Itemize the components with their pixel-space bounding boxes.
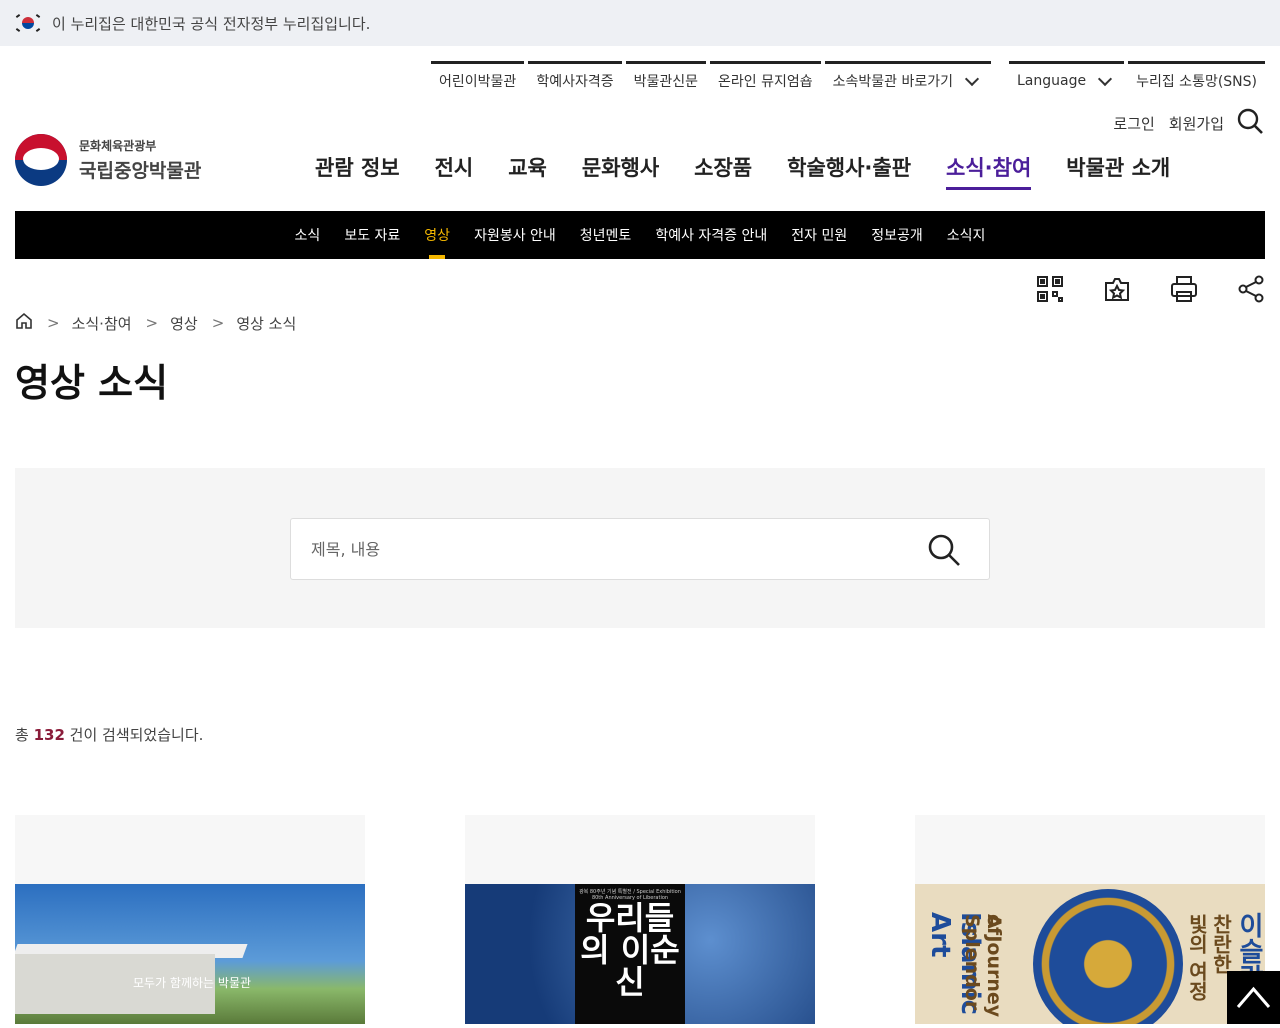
sub-nav-news[interactable]: 소식 — [295, 211, 321, 259]
korea-flag-icon — [15, 14, 41, 32]
main-nav-research[interactable]: 학술행사·출판 — [787, 152, 911, 190]
home-icon[interactable] — [15, 312, 33, 334]
sub-nav-volunteer[interactable]: 자원봉사 안내 — [474, 211, 556, 259]
gov-banner: 이 누리집은 대한민국 공식 전자정부 누리집입니다. — [0, 0, 1280, 46]
signup-link[interactable]: 회원가입 — [1169, 113, 1224, 134]
sub-nav-press[interactable]: 보도 자료 — [344, 211, 400, 259]
result-count-number: 132 — [33, 726, 65, 744]
video-card[interactable]: 모두가 함께하는 박물관 — [15, 815, 365, 1024]
poster-title: 우리들의 이순신 — [580, 899, 680, 1001]
video-thumbnail: Islamic Art of Splendor A Journey 빛의 여정 … — [915, 884, 1265, 1024]
search-icon[interactable] — [1236, 107, 1264, 139]
result-count: 총 132 건이 검색되었습니다. — [15, 726, 204, 744]
page-tools — [997, 275, 1265, 303]
main-nav-exhibition[interactable]: 전시 — [435, 152, 474, 190]
share-icon[interactable] — [1237, 275, 1265, 303]
breadcrumb-item[interactable]: 영상 — [170, 313, 198, 334]
video-thumbnail: 모두가 함께하는 박물관 — [15, 884, 365, 1024]
account-links: 로그인 회원가입 — [1099, 107, 1264, 139]
chevron-down-icon — [1098, 71, 1113, 86]
sub-nav-disclosure[interactable]: 정보공개 — [871, 211, 923, 259]
main-nav-events[interactable]: 문화행사 — [582, 152, 659, 190]
logo-museum: 국립중앙박물관 — [79, 160, 202, 182]
search-button[interactable] — [927, 533, 961, 567]
back-to-top-button[interactable] — [1227, 971, 1280, 1024]
video-card-list: 모두가 함께하는 박물관 광복 80주년 기념 특별전 / Special Ex… — [15, 815, 1265, 1024]
sub-nav-civil[interactable]: 전자 민원 — [791, 211, 847, 259]
page-title: 영상 소식 — [15, 361, 169, 405]
video-card[interactable]: 광복 80주년 기념 특별전 / Special Exhibition 80th… — [465, 815, 815, 1024]
sub-nav-video[interactable]: 영상 — [424, 211, 450, 259]
chevron-down-icon — [964, 71, 980, 86]
thumbnail-caption: 모두가 함께하는 박물관 — [133, 976, 252, 990]
util-link-shop[interactable]: 온라인 뮤지엄숍 — [710, 61, 821, 97]
breadcrumb: > 소식·참여 > 영상 > 영상 소식 — [15, 312, 296, 334]
chevron-right-icon: > — [211, 314, 225, 332]
util-link-affiliates[interactable]: 소속박물관 바로가기 — [824, 61, 991, 97]
util-link-kids[interactable]: 어린이박물관 — [431, 61, 525, 97]
search-input[interactable] — [291, 519, 891, 579]
util-link-sns[interactable]: 누리집 소통망(SNS) — [1128, 61, 1265, 97]
search-section — [15, 468, 1265, 628]
logo-ministry: 문화체육관광부 — [79, 139, 157, 153]
utility-nav: 어린이박물관 학예사자격증 박물관신문 온라인 뮤지엄숍 소속박물관 바로가기 … — [427, 61, 1265, 97]
main-nav-news[interactable]: 소식·참여 — [946, 152, 1032, 190]
sub-nav-mentor[interactable]: 청년멘토 — [580, 211, 632, 259]
chevron-right-icon: > — [145, 314, 159, 332]
sub-nav-newsletter[interactable]: 소식지 — [947, 211, 986, 259]
main-nav: 관람 정보 전시 교육 문화행사 소장품 학술행사·출판 소식·참여 박물관 소… — [315, 152, 1205, 190]
bookmark-star-icon[interactable] — [1103, 275, 1131, 303]
sub-nav: 소식 보도 자료 영상 자원봉사 안내 청년멘토 학예사 자격증 안내 전자 민… — [15, 211, 1265, 259]
taegeuk-logo-icon — [15, 134, 67, 186]
chevron-up-icon — [1236, 986, 1271, 1008]
main-nav-about[interactable]: 박물관 소개 — [1066, 152, 1170, 190]
video-thumbnail: 광복 80주년 기념 특별전 / Special Exhibition 80th… — [465, 884, 815, 1024]
breadcrumb-item[interactable]: 영상 소식 — [236, 313, 296, 334]
main-nav-collection[interactable]: 소장품 — [694, 152, 752, 190]
print-icon[interactable] — [1170, 275, 1198, 303]
museum-logo[interactable]: 문화체육관광부 국립중앙박물관 — [15, 134, 201, 186]
video-card[interactable]: Islamic Art of Splendor A Journey 빛의 여정 … — [915, 815, 1265, 1024]
chevron-right-icon: > — [47, 314, 60, 332]
gov-banner-text: 이 누리집은 대한민국 공식 전자정부 누리집입니다. — [52, 14, 371, 33]
main-nav-education[interactable]: 교육 — [508, 152, 547, 190]
sub-nav-curator-license[interactable]: 학예사 자격증 안내 — [655, 211, 767, 259]
util-link-curator[interactable]: 학예사자격증 — [528, 61, 622, 97]
search-box — [290, 518, 990, 580]
breadcrumb-item[interactable]: 소식·참여 — [72, 313, 132, 334]
util-link-newspaper[interactable]: 박물관신문 — [625, 61, 706, 97]
language-select[interactable]: Language — [1009, 61, 1125, 97]
login-link[interactable]: 로그인 — [1113, 113, 1154, 134]
qr-code-icon[interactable] — [1036, 275, 1064, 303]
main-nav-visit[interactable]: 관람 정보 — [315, 152, 400, 190]
